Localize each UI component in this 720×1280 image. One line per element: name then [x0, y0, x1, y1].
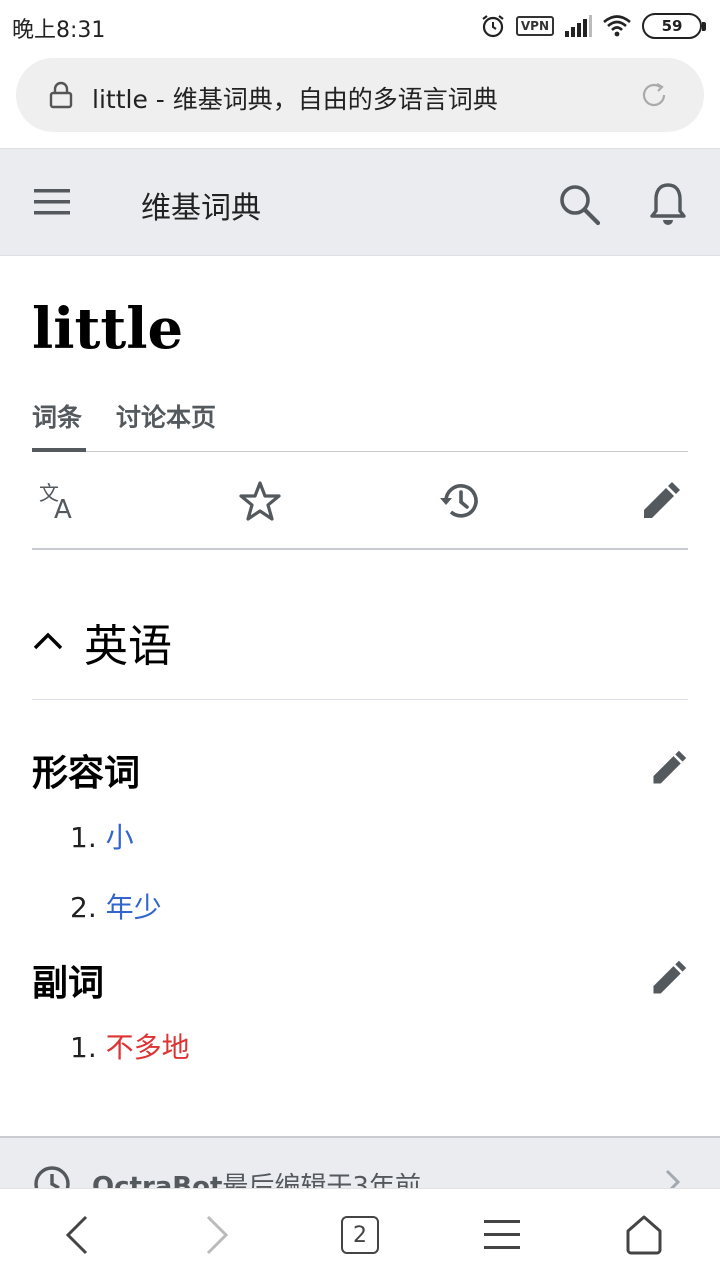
edit-icon[interactable] — [638, 480, 682, 522]
definition-item: 2. 年少 — [70, 886, 162, 926]
subsection-header: 副词 — [32, 954, 688, 1004]
edit-icon[interactable] — [648, 958, 688, 998]
definition-number: 2. — [70, 891, 97, 924]
history-icon[interactable] — [438, 480, 482, 522]
address-bar[interactable]: little - 维基词典，自由的多语言词典 — [16, 58, 704, 132]
bell-icon[interactable] — [648, 181, 688, 227]
tab-talk[interactable]: 讨论本页 — [116, 398, 216, 434]
reload-icon[interactable] — [640, 81, 668, 109]
battery-level: 59 — [661, 17, 683, 35]
section-header[interactable]: 英语 — [32, 606, 688, 700]
edit-icon[interactable] — [648, 748, 688, 788]
battery-indicator: 59 — [642, 13, 706, 39]
page-title: little — [32, 296, 184, 362]
home-icon[interactable] — [624, 1214, 664, 1256]
page-tabs: 词条 讨论本页 — [32, 396, 688, 452]
status-icons: VPN 59 — [480, 10, 706, 42]
wiki-header: 维基词典 — [0, 148, 720, 256]
definition-item: 1. 不多地 — [70, 1026, 190, 1066]
tab-count: 2 — [353, 1222, 367, 1248]
browser-menu-icon[interactable] — [482, 1217, 522, 1253]
chevron-up-icon[interactable] — [32, 628, 64, 652]
tab-article[interactable]: 词条 — [32, 398, 82, 434]
definition-number: 1. — [70, 821, 97, 854]
lock-icon — [49, 81, 73, 109]
site-name[interactable]: 维基词典 — [141, 183, 261, 227]
section-title: 英语 — [84, 621, 172, 672]
alarm-icon — [482, 15, 504, 38]
browser-bottom-nav: 2 — [0, 1188, 720, 1280]
definition-number: 1. — [70, 1031, 97, 1064]
subsection-title: 副词 — [32, 963, 105, 1004]
address-text[interactable]: little - 维基词典，自由的多语言词典 — [92, 80, 498, 116]
subsection-header: 形容词 — [32, 744, 688, 794]
tabs-button[interactable]: 2 — [341, 1216, 379, 1254]
last-edited-bar[interactable]: OctraBot最后编辑于3年前 — [0, 1136, 720, 1196]
definition-link[interactable]: 小 — [106, 821, 134, 854]
menu-icon[interactable] — [32, 185, 72, 219]
forward-icon[interactable] — [200, 1213, 234, 1257]
definition-link-missing[interactable]: 不多地 — [106, 1031, 190, 1064]
back-icon[interactable] — [60, 1213, 94, 1257]
subsection-title: 形容词 — [32, 753, 141, 794]
signal-icon — [565, 15, 592, 37]
definition-item: 1. 小 — [70, 816, 134, 856]
status-time: 晚上8:31 — [12, 18, 106, 43]
wifi-icon — [603, 15, 631, 37]
definition-link[interactable]: 年少 — [106, 891, 162, 924]
svg-text:A: A — [54, 495, 72, 522]
search-icon[interactable] — [556, 181, 602, 227]
page-actions: 文 A — [32, 452, 688, 550]
translate-icon[interactable]: 文 A — [38, 480, 82, 522]
vpn-badge: VPN — [515, 16, 554, 36]
status-bar: 晚上8:31 VPN 59 — [0, 0, 720, 52]
star-icon[interactable] — [238, 480, 282, 522]
